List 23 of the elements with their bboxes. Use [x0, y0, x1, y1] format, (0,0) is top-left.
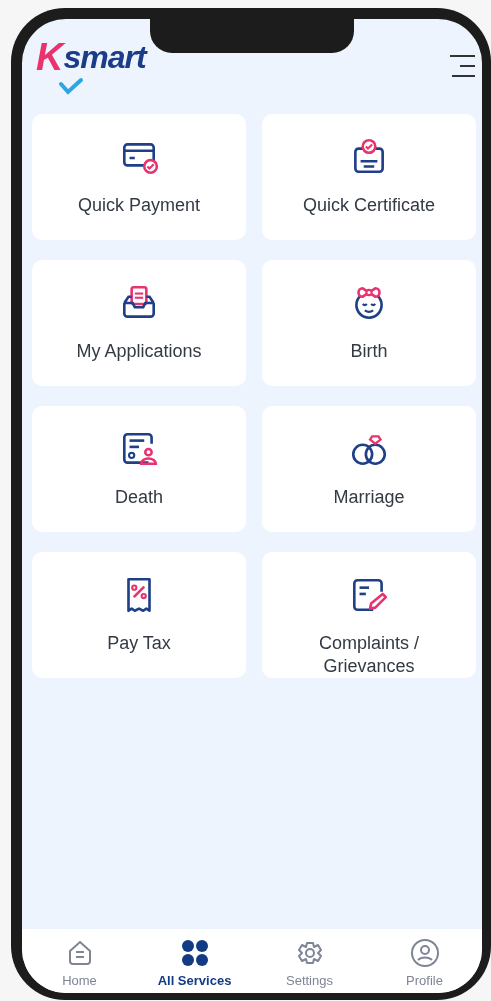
- service-label: Birth: [350, 340, 388, 363]
- service-label: Marriage: [333, 486, 405, 509]
- service-label: My Applications: [76, 340, 202, 363]
- service-label: Quick Payment: [77, 194, 200, 217]
- service-card[interactable]: Pay Tax: [32, 552, 246, 678]
- nav-tab[interactable]: Home: [62, 973, 97, 988]
- service-card[interactable]: My Applications: [32, 260, 246, 386]
- profile-icon: [408, 937, 441, 969]
- check-icon: [58, 77, 84, 95]
- service-card[interactable]: Quick Certificate: [262, 114, 476, 240]
- nav-tab[interactable]: Profile: [406, 973, 443, 988]
- service-card[interactable]: Marriage: [262, 406, 476, 532]
- service-card[interactable]: Complaints / Grievances: [262, 552, 476, 678]
- service-label: Death: [114, 486, 163, 509]
- nav-tab[interactable]: Settings: [286, 973, 333, 988]
- service-label: Complaints / Grievances: [317, 632, 420, 678]
- service-label: Quick Certificate: [302, 194, 435, 217]
- service-label: Pay Tax: [107, 632, 171, 655]
- service-card[interactable]: Birth: [262, 260, 476, 386]
- service-card[interactable]: Death: [32, 406, 246, 532]
- logo-mark: K: [36, 37, 64, 77]
- nav-tab[interactable]: All Services: [157, 973, 232, 988]
- service-card[interactable]: Quick Payment: [32, 114, 246, 240]
